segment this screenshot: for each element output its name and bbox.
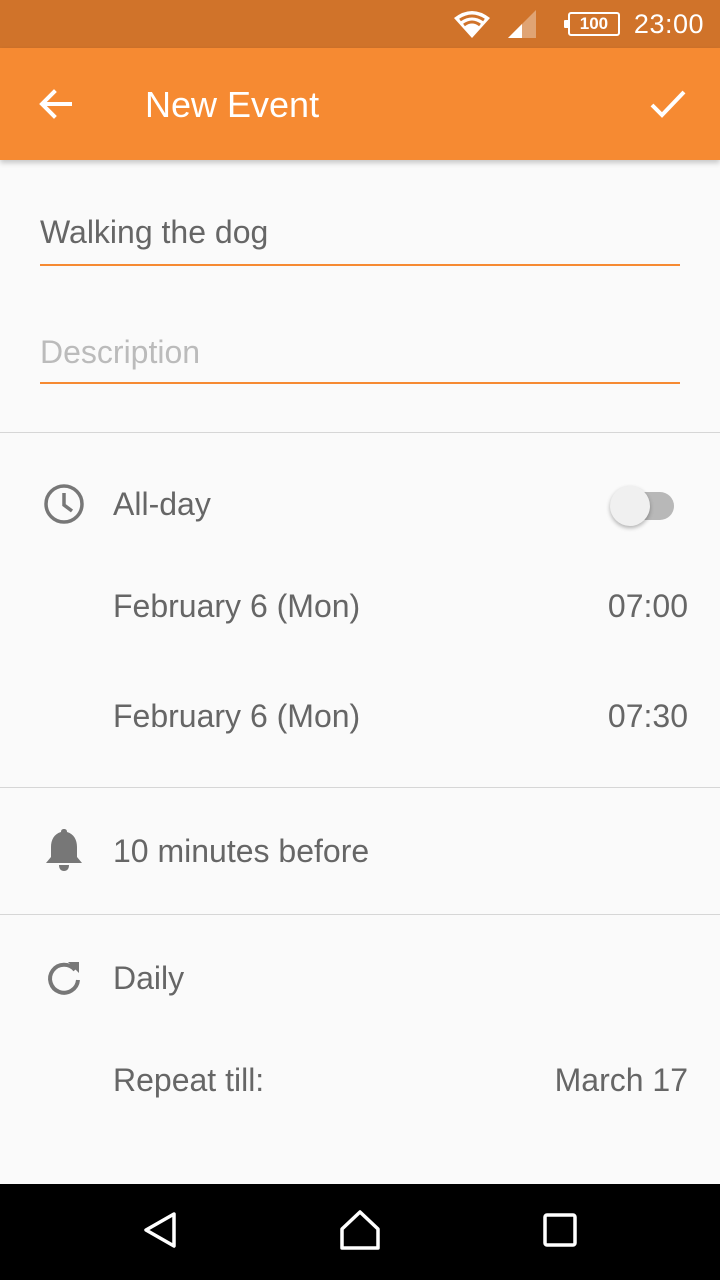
arrow-left-icon — [38, 86, 74, 127]
repeat-until-label: Repeat till: — [113, 1062, 265, 1098]
end-time[interactable]: 07:30 — [608, 698, 688, 735]
event-title-input[interactable]: Walking the dog — [40, 214, 680, 266]
nav-home-button[interactable] — [330, 1204, 390, 1260]
save-button[interactable] — [640, 78, 696, 134]
square-recents-icon — [542, 1212, 578, 1253]
divider — [0, 914, 720, 915]
clock-icon — [42, 482, 86, 526]
home-icon — [338, 1209, 382, 1256]
navigation-bar — [0, 1184, 720, 1280]
divider — [0, 787, 720, 788]
clock: 23:00 — [633, 8, 704, 39]
divider — [0, 432, 720, 433]
wifi-icon — [452, 8, 492, 40]
start-date[interactable]: February 6 (Mon) — [113, 588, 360, 625]
repeat-icon — [42, 956, 86, 1000]
bell-icon — [42, 828, 86, 872]
signal-icon — [506, 8, 538, 40]
nav-back-button[interactable] — [130, 1204, 190, 1260]
nav-recents-button[interactable] — [530, 1204, 590, 1260]
check-icon — [648, 86, 688, 127]
reminder-value[interactable]: 10 minutes before — [113, 833, 369, 870]
app-bar: New Event — [0, 48, 720, 160]
repeat-frequency[interactable]: Daily — [113, 960, 184, 997]
triangle-back-icon — [140, 1210, 180, 1255]
start-time[interactable]: 07:00 — [608, 588, 688, 625]
repeat-until-value[interactable]: March 17 — [555, 1062, 688, 1099]
end-date[interactable]: February 6 (Mon) — [113, 698, 360, 735]
page-title: New Event — [145, 84, 320, 125]
toggle-thumb — [610, 486, 650, 526]
status-bar: 100 23:00 — [0, 0, 720, 48]
all-day-label: All-day — [113, 486, 211, 522]
description-input[interactable]: Description — [40, 334, 680, 384]
battery-indicator: 100 — [563, 12, 620, 36]
back-button[interactable] — [28, 78, 84, 134]
all-day-toggle[interactable] — [610, 486, 676, 526]
